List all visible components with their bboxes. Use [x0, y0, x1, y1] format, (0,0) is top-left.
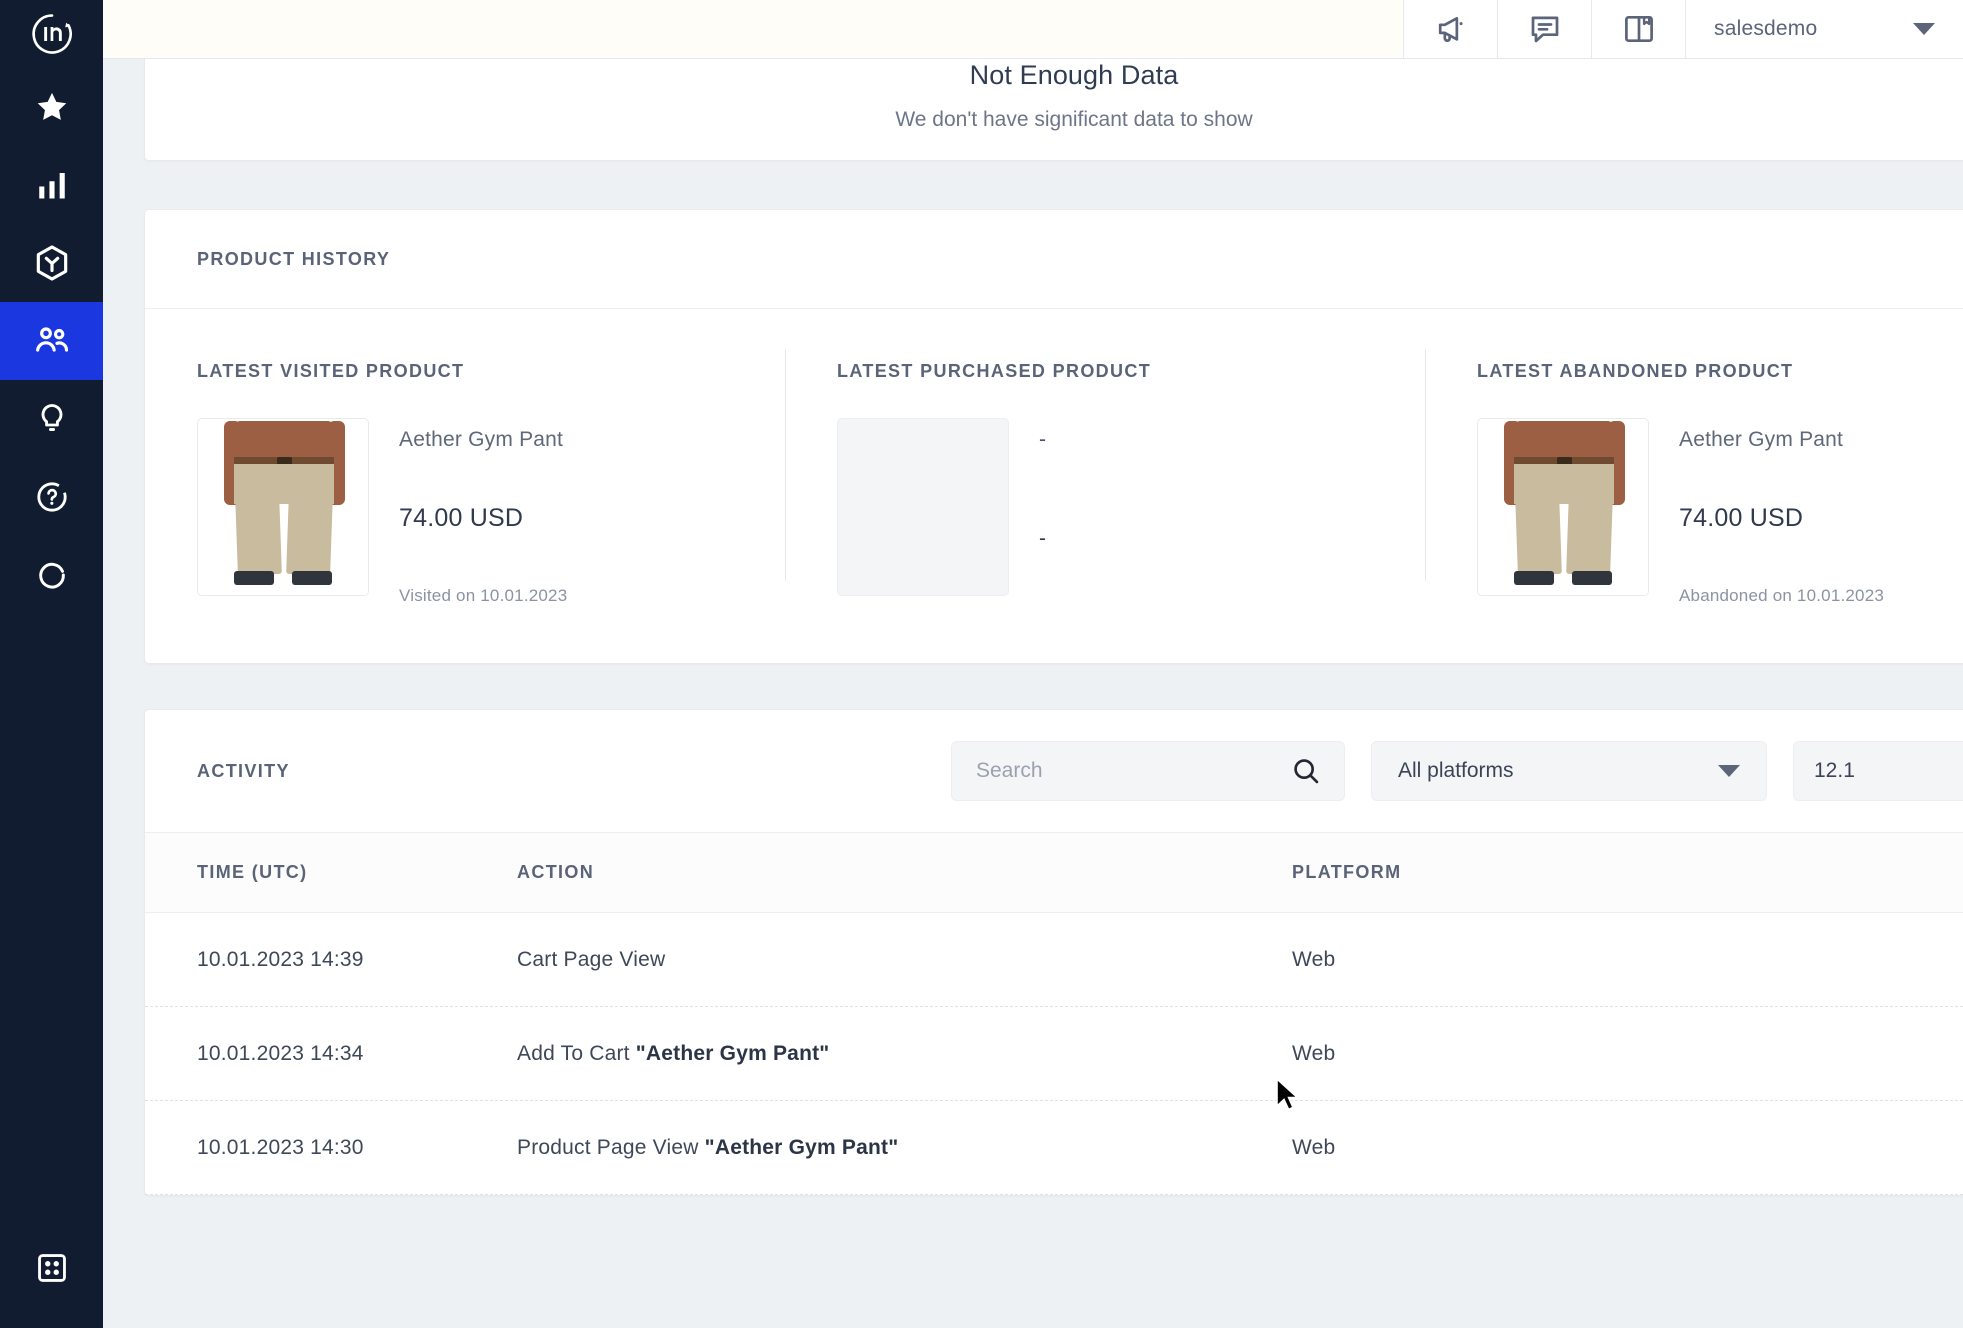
product-price: 74.00 USD [1679, 504, 1884, 533]
cell-action: Product Page View "Aether Gym Pant" [517, 1136, 1292, 1160]
latest-purchased-product-column: LATEST PURCHASED PRODUCT - - [785, 309, 1425, 663]
column-header-platform: PLATFORM [1292, 862, 1692, 883]
column-header-time: TIME (UTC) [197, 862, 517, 883]
question-circle-icon [34, 479, 70, 515]
topbar-left-spacer [103, 0, 1403, 58]
product-info: Aether Gym Pant 74.00 USD Abandoned on 1… [1649, 418, 1884, 606]
sidebar-item-architect[interactable] [0, 224, 103, 302]
latest-visited-product-item[interactable]: Aether Gym Pant 74.00 USD Visited on 10.… [197, 418, 785, 606]
product-name: Aether Gym Pant [1679, 428, 1884, 452]
table-row[interactable]: 10.01.2023 14:34 Add To Cart "Aether Gym… [145, 1007, 1963, 1101]
product-history-card: PRODUCT HISTORY LATEST VISITED PRODUCT [144, 209, 1963, 664]
latest-abandoned-product-item[interactable]: Aether Gym Pant 74.00 USD Abandoned on 1… [1477, 418, 1963, 606]
latest-purchased-product-item: - - [837, 418, 1425, 596]
product-visited-date: Visited on 10.01.2023 [399, 586, 567, 606]
insider-logo[interactable] [0, 0, 103, 68]
activity-title: ACTIVITY [197, 761, 290, 782]
cell-platform: Web [1292, 948, 1692, 972]
sidebar-item-favorites[interactable] [0, 68, 103, 146]
bar-chart-icon [34, 167, 70, 203]
product-history-title: PRODUCT HISTORY [197, 249, 390, 270]
sidebar-item-insights[interactable] [0, 380, 103, 458]
product-abandoned-date: Abandoned on 10.01.2023 [1679, 586, 1884, 606]
main-area: salesdemo Not Enough Data We don't have … [103, 0, 1963, 1328]
column-header-action: ACTION [517, 862, 1292, 883]
open-book-icon [1621, 11, 1657, 47]
sidebar-item-analytics[interactable] [0, 146, 103, 224]
chevron-down-icon [1913, 23, 1935, 35]
cell-action: Add To Cart "Aether Gym Pant" [517, 1042, 1292, 1066]
messages-button[interactable] [1497, 0, 1591, 58]
chat-bubble-icon [1527, 11, 1563, 47]
star-icon [34, 89, 70, 125]
latest-purchased-product-label: LATEST PURCHASED PRODUCT [837, 361, 1425, 382]
pants-product-image [198, 419, 368, 595]
page-canvas: Not Enough Data We don't have significan… [103, 59, 1963, 1328]
account-name: salesdemo [1714, 17, 1913, 41]
table-row[interactable]: 10.01.2023 14:39 Cart Page View Web [145, 913, 1963, 1007]
action-text: Cart Page View [517, 948, 665, 971]
product-price: - [1039, 527, 1046, 551]
latest-abandoned-product-label: LATEST ABANDONED PRODUCT [1477, 361, 1963, 382]
announcements-button[interactable] [1403, 0, 1497, 58]
action-text: Add To Cart [517, 1042, 636, 1065]
megaphone-icon [1433, 11, 1469, 47]
product-history-body: LATEST VISITED PRODUCT [145, 309, 1963, 663]
grid-apps-icon [35, 1251, 69, 1285]
activity-card: ACTIVITY All platforms [144, 709, 1963, 1196]
refresh-circle-icon [35, 558, 69, 592]
product-thumbnail [1477, 418, 1649, 596]
date-range-filter[interactable]: 12.1 [1793, 741, 1963, 801]
action-product: "Aether Gym Pant" [705, 1136, 899, 1159]
pants-product-image [1478, 419, 1648, 595]
table-header-row: TIME (UTC) ACTION PLATFORM [145, 833, 1963, 913]
sidebar-item-apps[interactable] [0, 1208, 103, 1328]
product-history-header: PRODUCT HISTORY [145, 210, 1963, 309]
product-price: 74.00 USD [399, 504, 567, 533]
cell-platform: Web [1292, 1136, 1692, 1160]
product-info: Aether Gym Pant 74.00 USD Visited on 10.… [369, 418, 567, 606]
product-thumbnail-placeholder [837, 418, 1009, 596]
latest-abandoned-product-column: LATEST ABANDONED PRODUCT [1425, 309, 1963, 663]
lightbulb-icon [34, 401, 70, 437]
cell-time: 10.01.2023 14:34 [197, 1042, 517, 1066]
product-name: - [1039, 428, 1046, 452]
cell-time: 10.01.2023 14:30 [197, 1136, 517, 1160]
search-input[interactable] [976, 759, 1290, 783]
hexagon-cube-icon [32, 243, 72, 283]
sidebar [0, 0, 103, 1328]
latest-visited-product-label: LATEST VISITED PRODUCT [197, 361, 785, 382]
platform-filter-value: All platforms [1398, 759, 1718, 783]
chevron-down-icon [1718, 765, 1740, 777]
cell-time: 10.01.2023 14:39 [197, 948, 517, 972]
people-icon [32, 321, 72, 361]
not-enough-data-card: Not Enough Data We don't have significan… [144, 58, 1963, 161]
top-bar: salesdemo [103, 0, 1963, 59]
platform-filter-select[interactable]: All platforms [1371, 741, 1767, 801]
product-thumbnail [197, 418, 369, 596]
search-icon[interactable] [1290, 755, 1322, 787]
table-row[interactable]: 10.01.2023 14:30 Product Page View "Aeth… [145, 1101, 1963, 1195]
activity-header: ACTIVITY All platforms [145, 710, 1963, 833]
sidebar-item-people[interactable] [0, 302, 103, 380]
knowledge-base-button[interactable] [1591, 0, 1685, 58]
date-range-value: 12.1 [1814, 759, 1855, 783]
empty-state-subtitle: We don't have significant data to show [895, 108, 1252, 132]
app-root: salesdemo Not Enough Data We don't have … [0, 0, 1963, 1328]
activity-table: TIME (UTC) ACTION PLATFORM 10.01.2023 14… [145, 833, 1963, 1195]
activity-toolbar: All platforms 12.1 [951, 741, 1963, 801]
account-selector[interactable]: salesdemo [1685, 0, 1963, 58]
empty-state-title: Not Enough Data [970, 60, 1179, 91]
sidebar-item-help[interactable] [0, 458, 103, 536]
sidebar-item-refresh[interactable] [0, 536, 103, 614]
action-product: "Aether Gym Pant" [636, 1042, 830, 1065]
product-info: - - [1009, 418, 1046, 596]
search-box[interactable] [951, 741, 1345, 801]
action-text: Product Page View [517, 1136, 705, 1159]
product-name: Aether Gym Pant [399, 428, 567, 452]
latest-visited-product-column: LATEST VISITED PRODUCT [145, 309, 785, 663]
cell-action: Cart Page View [517, 948, 1292, 972]
cell-platform: Web [1292, 1042, 1692, 1066]
insider-logo-icon [30, 12, 74, 56]
